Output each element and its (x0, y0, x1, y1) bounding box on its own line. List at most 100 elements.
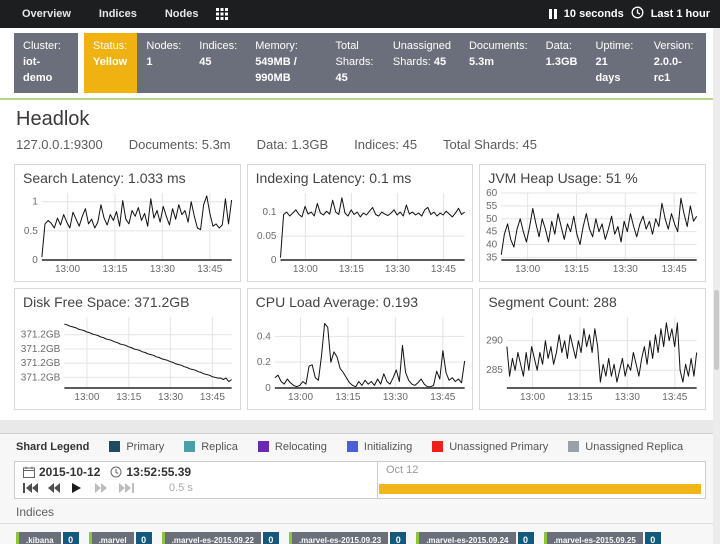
nav-item-overview[interactable]: Overview (10, 8, 83, 20)
svg-text:13:45: 13:45 (197, 264, 223, 275)
svg-text:13:15: 13:15 (335, 392, 361, 403)
refresh-interval[interactable]: 10 seconds (564, 8, 624, 20)
svg-text:13:00: 13:00 (515, 264, 541, 275)
index-badge[interactable]: .marvel-es-2015.09.250 (544, 532, 661, 544)
index-name: .marvel-es-2015.09.23 (292, 532, 388, 544)
svg-text:13:30: 13:30 (150, 264, 176, 275)
clock-icon (631, 6, 644, 22)
node-header: Headlok 127.0.0.1:9300Documents: 5.3mDat… (0, 100, 720, 158)
timeline-progress-bar[interactable] (379, 484, 701, 494)
svg-text:50: 50 (486, 214, 498, 225)
cluster-segments: Status: YellowNodes: 1Indices: 45Memory:… (84, 33, 706, 93)
index-badge[interactable]: .marvel-es-2015.09.240 (416, 532, 533, 544)
svg-text:13:15: 13:15 (564, 264, 590, 275)
line-chart: 35 40 4550 55 60 13:00 13:15 13:30 13:45 (480, 186, 705, 276)
playback-speed: 0.5 s (169, 482, 193, 494)
index-name: .marvel-es-2015.09.22 (165, 532, 261, 544)
svg-text:371.2GB: 371.2GB (21, 372, 61, 383)
nav-items: Overview Indices Nodes (10, 8, 210, 20)
svg-text:13:00: 13:00 (288, 392, 314, 403)
legend-item-replica: Replica (184, 441, 238, 453)
node-name[interactable]: Headlok (16, 108, 704, 131)
svg-text:371.2GB: 371.2GB (21, 330, 61, 341)
svg-text:13:45: 13:45 (663, 392, 689, 403)
timeline-track[interactable]: Oct 12 (377, 462, 705, 498)
line-chart: 28529013:0013:1513:3013:45 (480, 310, 705, 404)
svg-text:45: 45 (486, 226, 498, 237)
svg-text:13:00: 13:00 (520, 392, 546, 403)
chart-title: JVM Heap Usage: 51 % (480, 165, 705, 186)
index-relocating-count: 0 (263, 532, 279, 544)
legend-swatch (184, 441, 195, 452)
svg-text:0.5: 0.5 (24, 226, 38, 237)
svg-text:35: 35 (486, 252, 498, 263)
svg-text:55: 55 (486, 201, 498, 212)
node-stat: Data: 1.3GB (257, 137, 329, 152)
time-range[interactable]: Last 1 hour (651, 8, 710, 20)
step-back-button[interactable] (47, 483, 62, 493)
cluster-name: Cluster: iot-demo (14, 33, 78, 93)
index-badge[interactable]: .kibana0 (16, 532, 79, 544)
index-badge[interactable]: .marvel-es-2015.09.230 (289, 532, 406, 544)
timeline-range-label: Oct 12 (386, 464, 418, 476)
timeline-panel: 2015-10-12 13:52:55.39 0.5 s Oct 12 (14, 461, 706, 499)
cluster-status-bar: Cluster: iot-demo Status: YellowNodes: 1… (14, 33, 706, 93)
line-chart: 00.5113:0013:1513:3013:45 (15, 186, 240, 276)
nav-item-indices[interactable]: Indices (87, 8, 149, 20)
chart-panel: Indexing Latency: 0.1 ms00.050.113:0013:… (247, 164, 474, 282)
index-relocating-count: 0 (645, 532, 661, 544)
index-badge[interactable]: .marvel0 (89, 532, 152, 544)
node-stats: 127.0.0.1:9300Documents: 5.3mData: 1.3GB… (16, 137, 704, 152)
svg-text:13:00: 13:00 (292, 264, 318, 275)
legend-item-primary: Primary (109, 441, 164, 453)
legend-item-unassigned-replica: Unassigned Replica (568, 441, 683, 453)
svg-text:13:30: 13:30 (385, 264, 411, 275)
timeline-date[interactable]: 2015-10-12 (39, 465, 100, 479)
index-name: .kibana (19, 532, 61, 544)
svg-text:13:15: 13:15 (568, 392, 594, 403)
svg-text:13:45: 13:45 (662, 264, 688, 275)
skip-to-start-button[interactable] (23, 483, 38, 493)
cluster-stat-nodes: Nodes: 1 (137, 33, 190, 93)
svg-text:40: 40 (486, 239, 498, 250)
svg-text:13:30: 13:30 (613, 264, 639, 275)
index-name: .marvel-es-2015.09.24 (419, 532, 515, 544)
line-chart: 00.050.113:0013:1513:3013:45 (248, 186, 473, 276)
skip-to-end-button[interactable] (119, 483, 134, 493)
pause-icon[interactable] (549, 9, 557, 19)
svg-text:13:15: 13:15 (339, 264, 365, 275)
svg-text:13:30: 13:30 (383, 392, 409, 403)
index-badge[interactable]: .marvel-es-2015.09.220 (162, 532, 279, 544)
svg-text:0.05: 0.05 (257, 231, 277, 242)
charts-grid: Search Latency: 1.033 ms00.5113:0013:151… (14, 164, 706, 410)
legend-item-relocating: Relocating (258, 441, 327, 453)
svg-text:0: 0 (32, 255, 38, 266)
page-scrollbar[interactable] (713, 28, 720, 544)
play-button[interactable] (71, 483, 86, 493)
scrollbar-thumb[interactable] (714, 290, 719, 370)
node-stat: Total Shards: 45 (443, 137, 537, 152)
index-relocating-count: 0 (518, 532, 534, 544)
cluster-stat-unassigned-shards: Unassigned Shards: 45 (384, 33, 460, 93)
apps-grid-icon[interactable] (216, 8, 228, 20)
cluster-stat-status: Status: Yellow (84, 33, 137, 93)
chart-title: Segment Count: 288 (480, 289, 705, 310)
svg-text:0.2: 0.2 (257, 357, 271, 368)
legend-item-initializing: Initializing (347, 441, 412, 453)
index-relocating-count: 0 (390, 532, 406, 544)
index-relocating-count: 0 (63, 532, 79, 544)
timeline-time[interactable]: 13:52:55.39 (126, 465, 191, 479)
chart-title: Search Latency: 1.033 ms (15, 165, 240, 186)
line-chart: 00.20.413:0013:1513:3013:45 (248, 310, 473, 404)
node-stat: Indices: 45 (354, 137, 417, 152)
nav-item-nodes[interactable]: Nodes (153, 8, 211, 20)
svg-text:60: 60 (486, 188, 498, 199)
index-name: .marvel (92, 532, 134, 544)
index-relocating-count: 0 (136, 532, 152, 544)
chart-panel: Search Latency: 1.033 ms00.5113:0013:151… (14, 164, 241, 282)
step-forward-button[interactable] (95, 483, 110, 493)
svg-text:13:30: 13:30 (615, 392, 641, 403)
legend-item-unassigned-primary: Unassigned Primary (432, 441, 548, 453)
svg-text:13:15: 13:15 (102, 264, 128, 275)
index-name: .marvel-es-2015.09.25 (547, 532, 643, 544)
